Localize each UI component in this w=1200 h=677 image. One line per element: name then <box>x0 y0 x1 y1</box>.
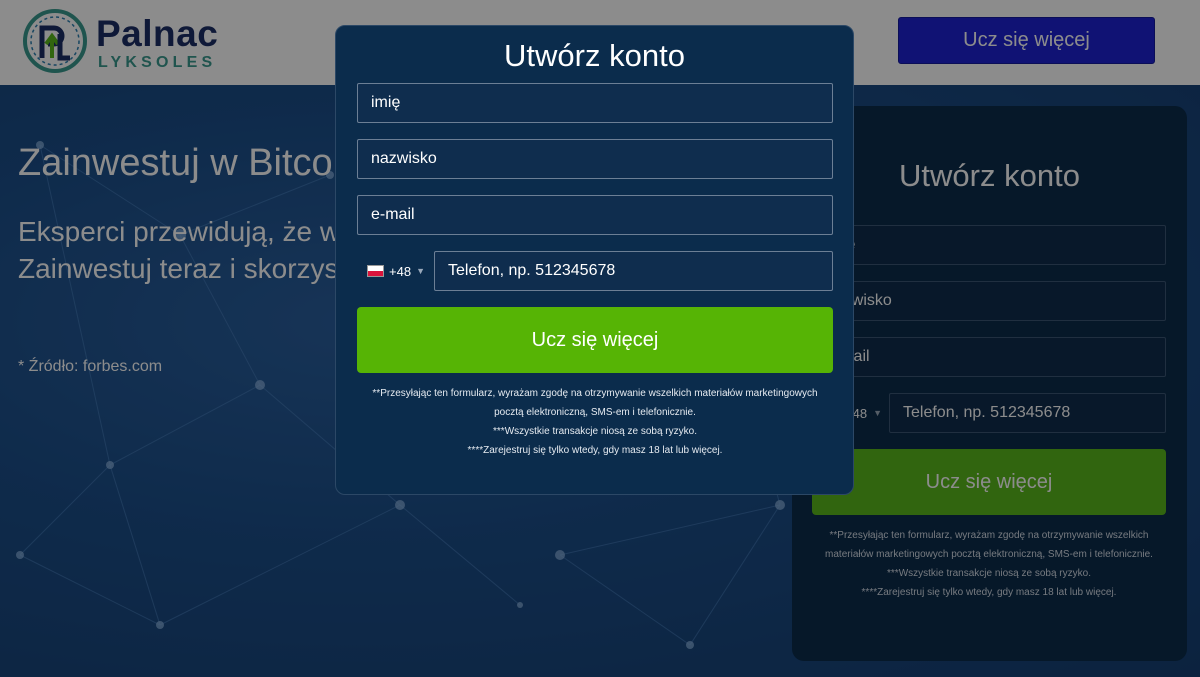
submit-button[interactable]: Ucz się więcej <box>357 307 833 373</box>
disclaimer-line: **Przesyłając ten formularz, wyrażam zgo… <box>372 388 818 418</box>
modal-title: Utwórz konto <box>504 38 685 73</box>
disclaimer-line: ****Zarejestruj się tylko wtedy, gdy mas… <box>467 445 723 456</box>
disclaimer-line: ***Wszystkie transakcje niosą ze sobą ry… <box>493 426 697 437</box>
last-name-field[interactable]: nazwisko <box>357 139 833 179</box>
phone-country-select[interactable]: +48 ▼ <box>357 251 434 291</box>
signup-modal: Utwórz konto imię nazwisko e-mail +48 ▼ … <box>335 25 854 495</box>
disclaimer: **Przesyłając ten formularz, wyrażam zgo… <box>357 384 833 460</box>
chevron-down-icon: ▼ <box>416 266 425 276</box>
phone-prefix-code: +48 <box>389 263 412 279</box>
email-field[interactable]: e-mail <box>357 195 833 235</box>
poland-flag-icon <box>367 265 384 277</box>
phone-field[interactable]: Telefon, np. 512345678 <box>434 251 833 291</box>
first-name-field[interactable]: imię <box>357 83 833 123</box>
